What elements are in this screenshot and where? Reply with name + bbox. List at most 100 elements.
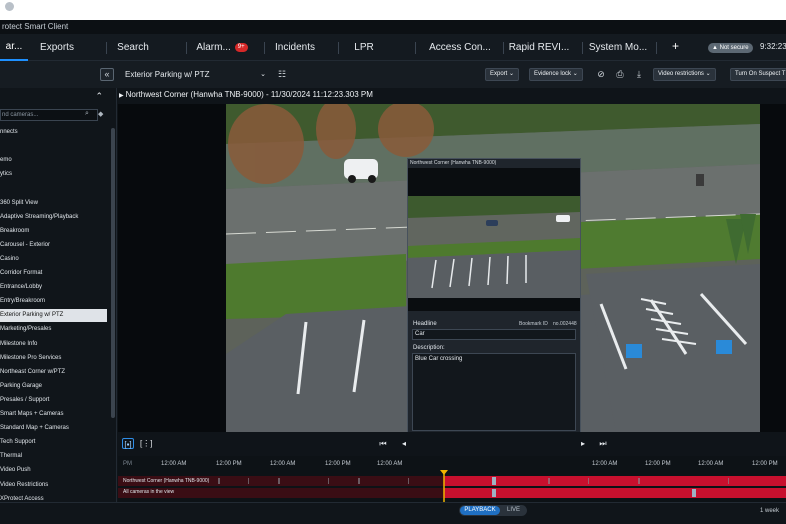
alarm-count-badge: 9+ [234,43,248,52]
description-field[interactable]: Blue Car crossing [412,353,576,431]
track-label: Northwest Corner (Hanwha TNB-9000) [123,478,210,484]
playback-button[interactable]: PLAYBACK [460,506,500,515]
sidebar-item[interactable]: nnects [0,126,107,139]
bookmark-thumbnail[interactable] [408,168,580,311]
tab-incidents[interactable]: Incidents [268,34,322,61]
window-title: rotect Smart Client [2,22,69,31]
evidence-lock-button[interactable]: Evidence lock ⌄ [529,68,583,81]
tab-system-monitor[interactable]: System Mo... [586,34,650,61]
sidebar-item[interactable]: Entry/Breakroom [0,295,107,308]
tab-separator [503,42,504,54]
browser-strip [0,0,786,20]
tick-label: 12:00 PM [752,461,778,467]
headline-label: Headline [413,321,437,327]
sidebar-item[interactable]: Carousel - Exterior [0,239,107,252]
sidebar-item[interactable] [0,140,107,153]
tick-label: 12:00 AM [270,461,296,467]
tick-label: 12:00 AM [161,461,187,467]
sidebar-item[interactable]: Corridor Format [0,267,107,280]
tab-rapid-review[interactable]: Rapid REVI... [507,34,571,61]
tab-separator [106,42,107,54]
chevron-down-icon: ⌄ [260,71,266,78]
sidebar-item[interactable]: Northeast Corner w/PTZ [0,366,107,379]
sidebar-item[interactable]: Milestone Info [0,338,107,351]
sidebar-item[interactable]: Exterior Parking w/ PTZ [0,309,107,323]
search-icon[interactable]: ⌕ [85,110,89,118]
download-icon[interactable]: ⤓ [633,69,645,80]
check-circle-icon[interactable]: ⊘ [595,69,607,80]
sidebar-item[interactable]: Adaptive Streaming/Playback [0,211,107,224]
tag-icon[interactable]: ◆ [98,110,103,118]
sidebar-item[interactable] [0,182,107,195]
tab-separator [656,42,657,54]
bookmark-id-value: no.002448 [553,321,577,327]
export-button[interactable]: Export ⌄ [485,68,520,81]
select-range-icon[interactable]: [▪] [122,438,134,449]
tab-lpr[interactable]: LPR [342,34,386,61]
camera-sidebar: ⌃ nd cameras... ⌕ ◆ nnects emo ytics 360 Sp… [0,88,117,524]
sidebar-item[interactable]: Parking Garage [0,380,107,393]
add-tab-icon[interactable]: + [672,39,679,53]
sidebar-item[interactable]: Video Restrictions [0,479,107,492]
tick-label: 12:00 PM [325,461,351,467]
tab-separator [338,42,339,54]
view-settings-icon[interactable]: ☷ [276,69,288,80]
bookmark-id-label: Bookmark ID [519,321,548,327]
sidebar-item[interactable]: ytics [0,168,107,181]
sidebar-item[interactable]: Tech Support [0,436,107,449]
sidebar-item[interactable]: Entrance/Lobby [0,281,107,294]
headline-field[interactable]: Car [412,329,576,340]
tab-search[interactable]: Search [110,34,156,61]
tick-label: 12:00 PM [645,461,671,467]
tick-label: PM [123,461,132,467]
live-button[interactable]: LIVE [501,506,526,515]
bookmark-thumbnail-scene [408,168,580,311]
title-bar: rotect Smart Client [0,20,786,34]
camera-search-input[interactable]: nd cameras... [0,109,98,121]
view-selector[interactable]: Exterior Parking w/ PTZ ⌄ [125,68,268,81]
sidebar-header: ⌃ [0,88,116,105]
sidebar-item[interactable]: Casino [0,253,107,266]
sidebar-item[interactable]: 360 Split View [0,197,107,210]
sidebar-item[interactable]: Thermal [0,450,107,463]
sidebar-item[interactable]: Breakroom [0,225,107,238]
tick-label: 12:00 AM [592,461,618,467]
sidebar-item[interactable]: Smart Maps + Cameras [0,408,107,421]
window-dot-icon [5,2,14,11]
bookmark-camera-title: Northwest Corner (Hanwha TNB-9000) [410,160,497,166]
sidebar-item[interactable]: Presales / Support [0,394,107,407]
sidebar-item[interactable]: Standard Map + Cameras [0,422,107,435]
document-search-icon[interactable]: ⎙ [614,69,626,80]
tab-alarms[interactable]: Alarm... 9+ [190,34,254,61]
tab-separator [415,42,416,54]
tab-bar: ar... Exports Search Alarm... 9+ Incident… [0,34,786,61]
tab-access-control[interactable]: Access Con... [420,34,500,61]
turn-on-suspect-button[interactable]: Turn On Suspect T [730,68,786,81]
sidebar-item[interactable]: Milestone Pro Services [0,352,107,365]
tab-exports[interactable]: Exports [33,34,81,61]
sidebar-item[interactable]: Marketing/Presales [0,323,107,336]
step-forward-icon[interactable]: ▸ [577,438,589,449]
tab-playback[interactable]: ar... [0,34,28,61]
sidebar-item[interactable]: emo [0,154,107,167]
bookmark-popup: Northwest Corner (Hanwha TNB-9000) Headl… [407,158,581,471]
collapse-sidebar-button[interactable]: « [100,68,114,81]
description-label: Description: [413,345,445,351]
video-restrictions-button[interactable]: Video restrictions ⌄ [653,68,716,81]
skip-back-icon[interactable]: ⏮ [377,438,389,449]
time-span-icon[interactable]: [⋮] [140,438,152,449]
time-span-label: 1 week [760,508,780,514]
timeline-controls [118,432,786,456]
sidebar-item[interactable]: Video Push [0,464,107,477]
track-label: All cameras in the view [123,489,175,495]
not-secure-badge: ▲ Not secure [708,43,753,53]
chevron-up-icon[interactable]: ⌃ [95,91,103,102]
tick-label: 12:00 PM [216,461,242,467]
clock: 9:32:23 [760,42,786,51]
sidebar-scrollbar[interactable] [111,128,115,418]
tick-label: 12:00 AM [698,461,724,467]
skip-forward-icon[interactable]: ⏭ [597,438,609,449]
tab-separator [186,42,187,54]
step-back-icon[interactable]: ◂ [398,438,410,449]
tab-separator [582,42,583,54]
